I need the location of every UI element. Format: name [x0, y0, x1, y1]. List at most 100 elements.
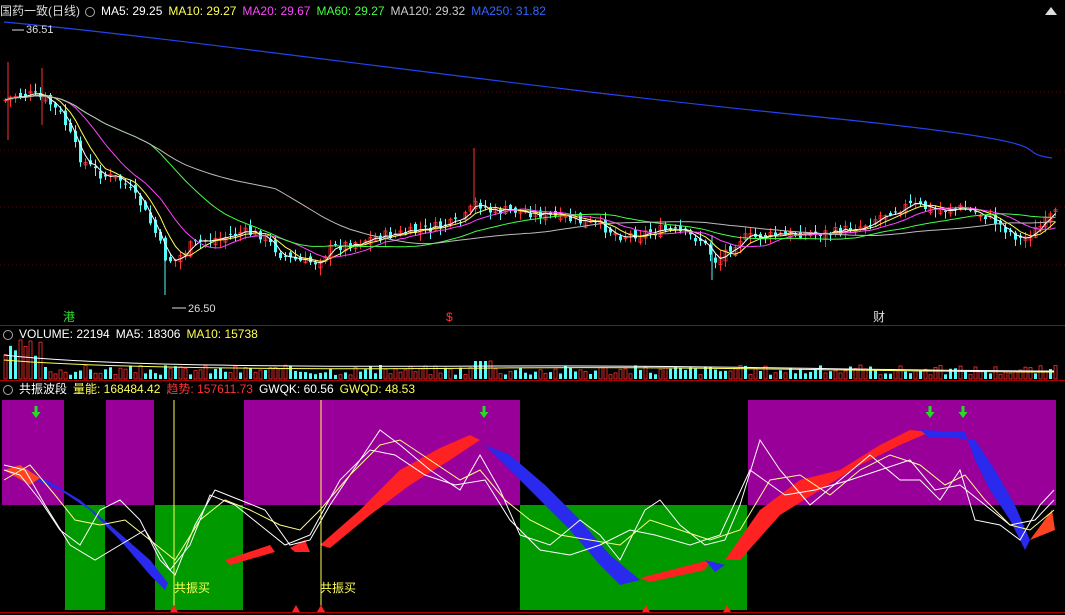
candle-body [34, 91, 37, 93]
volume-bar [278, 368, 283, 380]
candle-body [694, 238, 697, 242]
ma250-line [3, 21, 1053, 159]
volume-bar [209, 373, 212, 379]
ma120-line [5, 95, 1056, 245]
volume-bar [98, 372, 103, 380]
collapse-triangle-icon[interactable] [1045, 7, 1057, 15]
oversold-zone [520, 505, 747, 610]
volume-bar [283, 364, 288, 380]
volume-bar [498, 373, 503, 380]
volume-bar [553, 368, 558, 380]
event-marker-hk[interactable]: 港 [63, 310, 75, 324]
volume-bar [154, 373, 157, 379]
volume-bar [58, 369, 63, 380]
volume-bar [823, 372, 828, 380]
volume-bar [413, 371, 418, 380]
volume-bar [714, 369, 717, 379]
volume-bar [878, 374, 883, 380]
volume-bar [783, 372, 788, 380]
settings-gear-icon[interactable] [85, 7, 95, 17]
volume-bar [329, 368, 332, 379]
volume-bar [183, 368, 188, 380]
buy-signal-label-2: 共振买 [320, 581, 356, 595]
volume-bar [493, 368, 498, 380]
volume-bar [858, 364, 863, 380]
gwqd-label: GWQD: 48.53 [339, 382, 415, 396]
volume-bar [319, 372, 322, 379]
volume-bar [1003, 371, 1008, 380]
volume-bar [44, 366, 47, 379]
candle-body [229, 233, 232, 235]
volume-bar [418, 368, 423, 380]
volume-bar [904, 371, 907, 379]
buy-triangle-icon [292, 605, 300, 612]
volume-bar [338, 374, 343, 380]
volume-bar [733, 367, 738, 380]
candle-body [334, 244, 337, 246]
volume-bar [1053, 365, 1058, 380]
ma10-label: MA10: 29.27 [168, 4, 237, 18]
volume-bar [598, 367, 603, 380]
candle-body [289, 252, 292, 257]
volume-bar [198, 369, 203, 380]
event-marker-finance[interactable]: 财 [873, 310, 885, 324]
volume-bar [608, 374, 613, 380]
volume-bar [849, 366, 852, 379]
volume-bar [388, 373, 393, 380]
candle-body [99, 171, 102, 179]
volume-bar [529, 374, 532, 379]
volume-legend: VOLUME: 22194 MA5: 18306 MA10: 15738 [0, 326, 264, 342]
volume-bar [53, 373, 58, 380]
volume-bar [628, 373, 633, 380]
volume-bar [123, 368, 128, 380]
volume-gear-icon[interactable] [3, 330, 13, 340]
candle-body [634, 229, 637, 239]
volume-bar [838, 372, 843, 380]
indicator-name[interactable]: 共振波段 [19, 382, 67, 396]
volume-bar [829, 371, 832, 379]
low-price-label: 26.50 [188, 303, 216, 315]
volume-bar [698, 374, 703, 380]
candle-body [784, 231, 787, 234]
volume-bar [639, 369, 642, 379]
volume-bar [348, 374, 353, 380]
indicator-legend: 共振波段 量能: 168484.42 趋势: 157611.73 GWQK: 60.5… [0, 381, 421, 397]
volume-ma5-label: MA5: 18306 [115, 327, 181, 341]
volume-bar [149, 369, 152, 379]
volume-bar [654, 374, 657, 379]
volume-bar [219, 367, 222, 379]
volume-bar [724, 370, 727, 379]
volume-bar [109, 367, 112, 379]
volume-bar [479, 361, 482, 379]
volume-bar [23, 345, 28, 380]
kline-chart-canvas[interactable]: 36.51 26.50 港 $ 财 共振买 共振买 [0, 0, 1065, 615]
volume-bar [444, 367, 447, 379]
rising-ribbon [1030, 510, 1055, 540]
volume-bar [978, 371, 983, 380]
volume-bar [578, 369, 583, 380]
volume-bar [144, 373, 147, 379]
volume-bar [258, 369, 263, 380]
volume-bar [189, 374, 192, 379]
ma5-label: MA5: 29.25 [101, 4, 163, 18]
volume-bar [309, 373, 312, 379]
resonance-indicator [2, 400, 1056, 612]
volume-bar [674, 367, 677, 379]
volume-bar [679, 367, 682, 379]
volume-bar [1008, 372, 1013, 380]
volume-bar [174, 366, 177, 379]
volume-bar [193, 370, 198, 380]
volume-bar [944, 374, 947, 379]
volume-bar [719, 371, 722, 379]
volume-bar [649, 372, 652, 379]
volume-bar [393, 368, 398, 380]
candle-body [714, 257, 717, 263]
candle-body [909, 200, 912, 204]
volume-bar [74, 371, 77, 379]
event-marker-dividend[interactable]: $ [446, 310, 453, 324]
volume-bar [28, 340, 33, 380]
volume-bar [359, 371, 362, 379]
volume-bar [504, 374, 507, 379]
stock-title[interactable]: 国药一致(日线) [0, 4, 80, 18]
indicator-gear-icon[interactable] [3, 385, 13, 395]
